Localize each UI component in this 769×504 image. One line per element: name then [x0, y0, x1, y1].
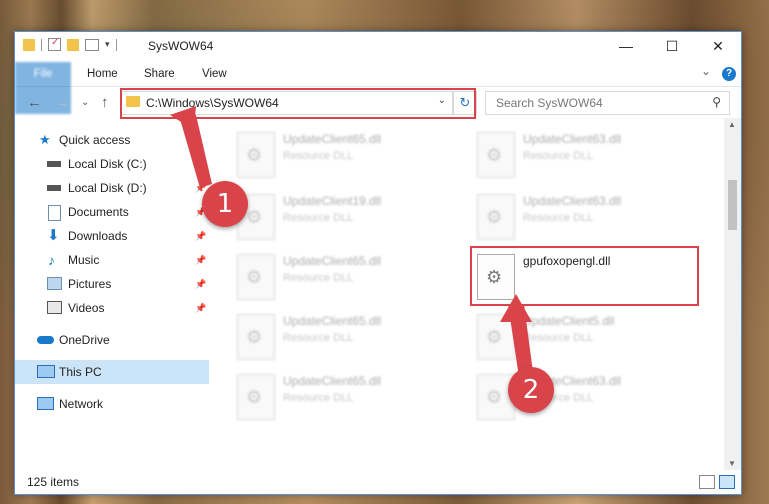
step-1-badge: 1: [202, 181, 248, 227]
annotation-arrows: [170, 106, 534, 384]
arrow-2-head: [500, 294, 532, 322]
step-2-badge: 2: [508, 367, 554, 413]
arrow-1-shaft: [178, 112, 212, 188]
